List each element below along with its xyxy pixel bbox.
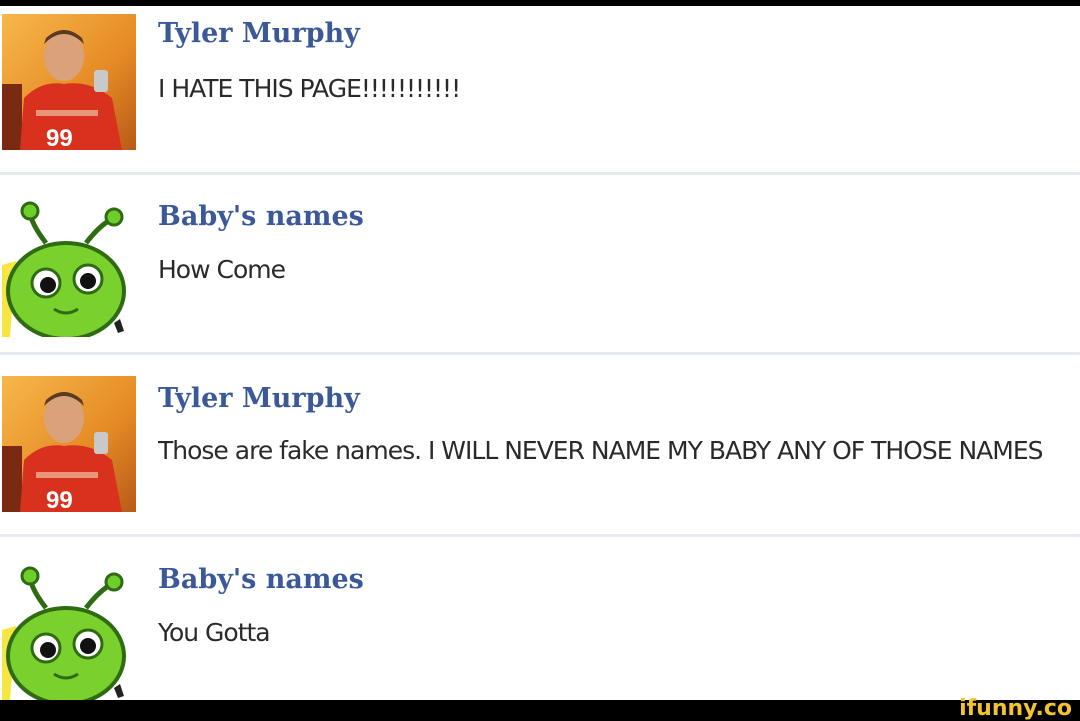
svg-text:99: 99 — [46, 487, 73, 512]
avatar[interactable]: 99 — [2, 14, 136, 150]
avatar[interactable]: 99 — [2, 376, 136, 512]
author-name[interactable]: Baby's names — [158, 564, 364, 595]
comment-item: 99 Tyler Murphy Those are fake names. I … — [0, 366, 1080, 536]
avatar[interactable] — [2, 195, 132, 337]
author-name[interactable]: Baby's names — [158, 201, 364, 232]
green-alien-icon — [2, 560, 132, 700]
comment-text: How Come — [158, 255, 286, 284]
divider — [0, 352, 1080, 355]
comment-thread: 99 Tyler Murphy I HATE THIS PAGE!!!!!!!!… — [0, 6, 1080, 700]
watermark: ifunny.co — [959, 696, 1072, 721]
comment-text: You Gotta — [158, 618, 271, 647]
profile-photo-icon: 99 — [2, 14, 136, 150]
comment-item: 99 Tyler Murphy I HATE THIS PAGE!!!!!!!!… — [0, 6, 1080, 176]
divider — [0, 534, 1080, 537]
comment-text: Those are fake names. I WILL NEVER NAME … — [158, 436, 1044, 465]
comment-item: Baby's names You Gotta — [0, 544, 1080, 700]
comment-item: Baby's names How Come — [0, 181, 1080, 356]
profile-photo-icon: 99 — [2, 376, 136, 512]
author-name[interactable]: Tyler Murphy — [158, 383, 360, 414]
author-name[interactable]: Tyler Murphy — [158, 18, 360, 49]
green-alien-icon — [2, 195, 132, 337]
comment-text: I HATE THIS PAGE!!!!!!!!!!! — [158, 74, 461, 103]
svg-text:99: 99 — [46, 125, 73, 150]
divider — [0, 172, 1080, 175]
footer-bar: ifunny.co — [0, 696, 1080, 721]
avatar[interactable] — [2, 560, 132, 700]
